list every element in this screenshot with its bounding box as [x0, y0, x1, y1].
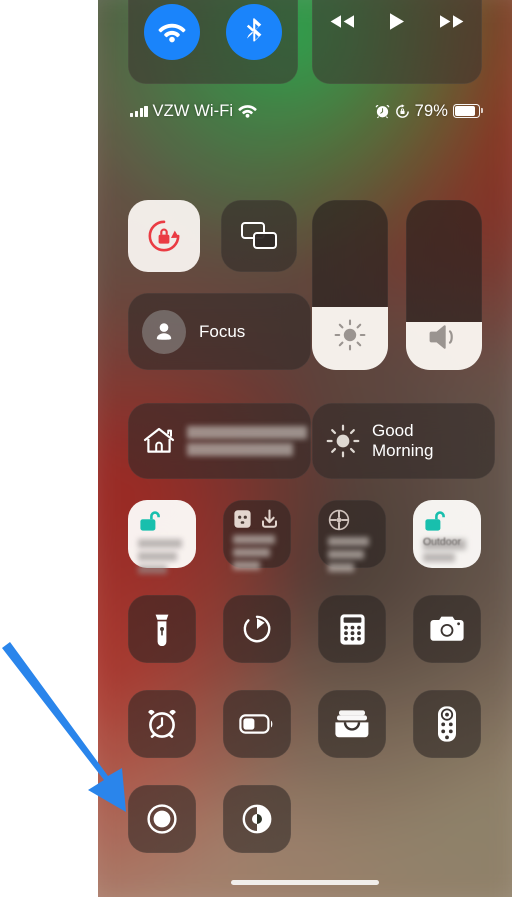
download-icon	[261, 509, 278, 529]
house-icon	[142, 425, 176, 457]
media-playback-module	[312, 0, 482, 84]
cellular-bars-icon	[130, 105, 148, 117]
volume-icon	[406, 322, 482, 352]
accessory-lock-1[interactable]	[128, 500, 196, 574]
apple-tv-remote-button[interactable]	[413, 690, 481, 758]
power-outlet-icon	[233, 509, 252, 529]
wifi-icon	[238, 104, 257, 118]
accessory-label-redacted	[423, 539, 466, 562]
scene-label-line2: Morning	[372, 441, 434, 460]
accessory-label-redacted	[328, 537, 374, 572]
home-tile[interactable]	[128, 403, 311, 479]
home-indicator[interactable]	[231, 879, 379, 885]
shortcut-row-b	[128, 690, 482, 758]
accessory-label-redacted	[233, 535, 279, 570]
play-button[interactable]	[388, 12, 405, 31]
flashlight-button[interactable]	[128, 595, 196, 663]
sun-icon	[325, 423, 361, 459]
shortcut-row-c	[128, 785, 482, 853]
unlock-icon	[138, 509, 160, 533]
rewind-button[interactable]	[329, 13, 355, 30]
control-center: Focus Good Morning	[98, 0, 512, 897]
wifi-toggle[interactable]	[144, 4, 200, 60]
home-name-redacted	[187, 426, 307, 456]
scene-label: Good Morning	[372, 421, 433, 461]
status-bar-left: VZW Wi-Fi	[130, 102, 257, 121]
focus-label: Focus	[199, 321, 246, 341]
media-controls	[312, 12, 482, 31]
timer-button[interactable]	[223, 595, 291, 663]
scene-tile-good-morning[interactable]: Good Morning	[312, 403, 495, 479]
screen-mirroring-toggle[interactable]	[221, 200, 297, 272]
focus-tile[interactable]: Focus	[128, 293, 311, 370]
accessory-label-redacted	[138, 539, 184, 574]
alarm-clock-icon	[375, 104, 390, 119]
calculator-button[interactable]	[318, 595, 386, 663]
brightness-slider[interactable]	[312, 200, 388, 370]
alarm-button[interactable]	[128, 690, 196, 758]
scene-label-line1: Good	[372, 421, 414, 441]
battery-icon	[453, 103, 483, 119]
person-icon	[142, 309, 186, 354]
connectivity-module	[128, 0, 298, 84]
rotation-lock-icon	[395, 103, 410, 119]
fan-icon	[328, 509, 350, 531]
screen-mirroring-icon	[240, 221, 278, 251]
volume-slider[interactable]	[406, 200, 482, 370]
status-bar: VZW Wi-Fi 79%	[98, 98, 512, 124]
rotation-lock-icon	[146, 218, 182, 254]
dark-mode-button[interactable]	[223, 785, 291, 853]
battery-percent-label: 79%	[414, 101, 448, 120]
wallet-button[interactable]	[318, 690, 386, 758]
accessory-fan[interactable]	[318, 500, 386, 572]
accessory-outlet[interactable]	[223, 500, 291, 570]
camera-button[interactable]	[413, 595, 481, 663]
phone-screen: VZW Wi-Fi 79% Focus Good Morning	[98, 0, 512, 897]
carrier-label: VZW Wi-Fi	[152, 101, 234, 120]
rotation-lock-toggle[interactable]	[128, 200, 200, 272]
screen-recording-button[interactable]	[128, 785, 196, 853]
accessory-outdoor-lock[interactable]: Outdoor	[413, 500, 481, 568]
home-accessories-row: Outdoor	[128, 500, 482, 574]
unlock-icon	[423, 509, 445, 533]
bluetooth-toggle[interactable]	[226, 4, 282, 60]
brightness-icon	[312, 318, 388, 352]
status-bar-right: 79%	[375, 101, 483, 121]
shortcut-row-a	[128, 595, 482, 663]
low-power-mode-button[interactable]	[223, 690, 291, 758]
fast-forward-button[interactable]	[439, 13, 465, 30]
